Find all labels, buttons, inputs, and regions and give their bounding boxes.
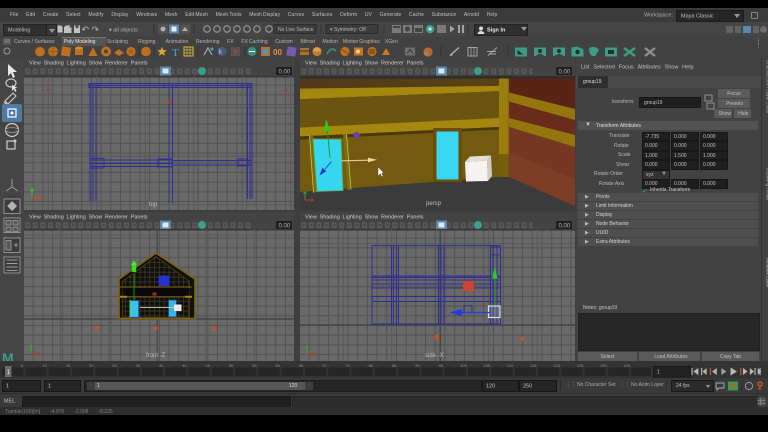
svg-text:130: 130 bbox=[600, 363, 607, 368]
svg-text:95: 95 bbox=[439, 363, 444, 368]
svg-text:side -X: side -X bbox=[425, 353, 444, 359]
svg-text:110: 110 bbox=[507, 363, 514, 368]
svg-text:persp: persp bbox=[426, 201, 442, 207]
svg-text:T: T bbox=[172, 47, 179, 58]
svg-text:10: 10 bbox=[42, 363, 47, 368]
svg-text:k: k bbox=[219, 49, 223, 56]
svg-text:65: 65 bbox=[299, 363, 304, 368]
svg-text:70: 70 bbox=[322, 363, 327, 368]
svg-text:85: 85 bbox=[392, 363, 397, 368]
svg-text:115: 115 bbox=[530, 363, 537, 368]
svg-text:105: 105 bbox=[484, 363, 491, 368]
svg-text:top: top bbox=[149, 202, 158, 208]
svg-text:30: 30 bbox=[136, 363, 141, 368]
svg-text:120: 120 bbox=[553, 363, 560, 368]
svg-text:▾ Symmetry: Off: ▾ Symmetry: Off bbox=[330, 27, 366, 33]
svg-text:80: 80 bbox=[369, 363, 374, 368]
svg-text:No Live Surface: No Live Surface bbox=[278, 27, 314, 33]
svg-text:35: 35 bbox=[159, 363, 164, 368]
svg-text:60: 60 bbox=[275, 363, 280, 368]
svg-text:00: 00 bbox=[273, 48, 282, 57]
svg-text:55: 55 bbox=[252, 363, 257, 368]
svg-text:135: 135 bbox=[623, 363, 630, 368]
svg-text:40: 40 bbox=[182, 363, 187, 368]
svg-text:0.00: 0.00 bbox=[559, 70, 571, 76]
svg-text:100: 100 bbox=[460, 363, 467, 368]
svg-text:0.00: 0.00 bbox=[279, 70, 291, 76]
svg-text:20: 20 bbox=[89, 363, 94, 368]
svg-text:front -Z: front -Z bbox=[146, 353, 166, 359]
svg-text:▾ all objects: ▾ all objects bbox=[109, 28, 138, 34]
svg-text:25: 25 bbox=[112, 363, 117, 368]
svg-text:45: 45 bbox=[206, 363, 211, 368]
svg-text:125: 125 bbox=[577, 363, 584, 368]
svg-text:90: 90 bbox=[415, 363, 420, 368]
svg-text:50: 50 bbox=[229, 363, 234, 368]
svg-text:75: 75 bbox=[345, 363, 350, 368]
svg-text:15: 15 bbox=[66, 363, 71, 368]
